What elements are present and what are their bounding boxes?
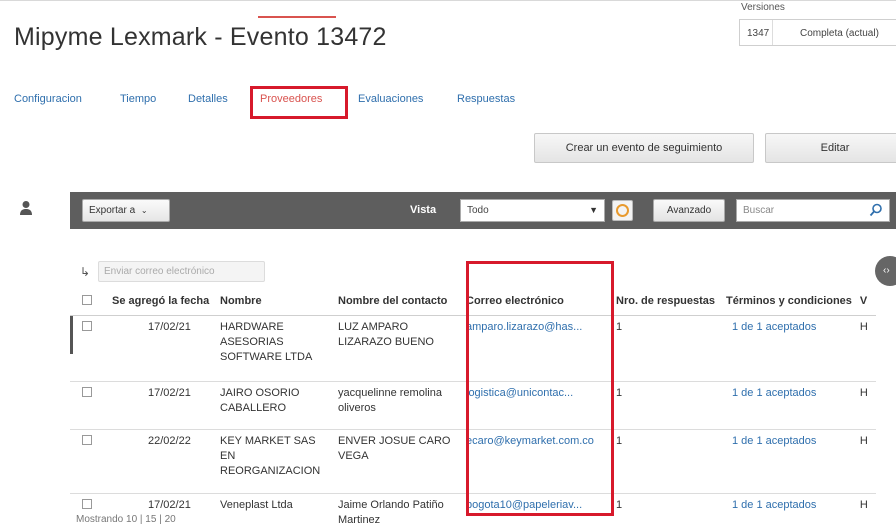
- version-status: Completa (actual): [800, 28, 879, 39]
- send-email-button[interactable]: Enviar correo electrónico: [98, 261, 265, 282]
- export-label: Exportar a: [89, 205, 136, 216]
- cell-responses: 1: [612, 493, 722, 525]
- cell-v: H: [855, 429, 876, 494]
- table-row: 22/02/22 KEY MARKET SAS EN REORGANIZACIO…: [70, 429, 876, 494]
- table-header-row: Se agregó la fecha Nombre Nombre del con…: [70, 287, 876, 316]
- user-icon[interactable]: [19, 200, 33, 216]
- header-date[interactable]: Se agregó la fecha: [108, 287, 216, 316]
- search-icon[interactable]: [869, 203, 883, 217]
- cell-terms[interactable]: 1 de 1 aceptados: [722, 493, 856, 525]
- advanced-search-button[interactable]: Avanzado: [653, 199, 725, 222]
- select-all-header: [70, 287, 108, 316]
- row-checkbox-cell: [70, 429, 108, 494]
- search-input[interactable]: Buscar: [736, 199, 890, 222]
- cell-v: H: [855, 315, 876, 382]
- select-all-checkbox[interactable]: [82, 294, 92, 305]
- header-v[interactable]: V: [855, 287, 876, 316]
- cell-responses: 1: [612, 381, 722, 430]
- row-checkbox[interactable]: [82, 434, 92, 445]
- row-checkbox-cell: [70, 381, 108, 430]
- table-row: 17/02/21 HARDWARE ASESORIAS SOFTWARE LTD…: [70, 315, 876, 382]
- row-checkbox[interactable]: [82, 386, 92, 397]
- header-responses[interactable]: Nro. de respuestas: [612, 287, 722, 316]
- cell-name: JAIRO OSORIO CABALLERO: [216, 381, 334, 430]
- cell-v: H: [855, 493, 876, 525]
- cell-date: 17/02/21: [108, 381, 216, 430]
- tab-respuestas[interactable]: Respuestas: [457, 93, 515, 105]
- table-toolbar: Exportar a ⌄ Vista Todo ▼ Avanzado Busca…: [70, 192, 896, 229]
- cell-email[interactable]: ecaro@keymarket.com.co: [462, 429, 612, 494]
- header-name[interactable]: Nombre: [216, 287, 334, 316]
- cell-contact: yacquelinne remolina oliveros: [334, 381, 462, 430]
- search-placeholder: Buscar: [743, 205, 775, 216]
- header-email[interactable]: Correo electrónico: [462, 287, 612, 316]
- header-contact[interactable]: Nombre del contacto: [334, 287, 462, 316]
- version-number: 1347: [747, 28, 770, 39]
- cell-responses: 1: [612, 429, 722, 494]
- tab-configuracion[interactable]: Configuracion: [14, 93, 82, 105]
- cell-name: KEY MARKET SAS EN REORGANIZACION: [216, 429, 334, 494]
- edit-button[interactable]: Editar: [765, 133, 896, 163]
- cell-contact: ENVER JOSUE CARO VEGA: [334, 429, 462, 494]
- tab-evaluaciones[interactable]: Evaluaciones: [358, 93, 423, 105]
- table-row: 17/02/21 Veneplast Ltda Jaime Orlando Pa…: [70, 493, 876, 525]
- version-divider: [772, 20, 773, 45]
- table-row: 17/02/21 JAIRO OSORIO CABALLERO yacqueli…: [70, 381, 876, 430]
- reply-arrow-icon: ↳: [80, 265, 91, 279]
- tab-detalles[interactable]: Detalles: [188, 93, 228, 105]
- cell-contact: LUZ AMPARO LIZARAZO BUENO: [334, 315, 462, 382]
- versions-label: Versiones: [741, 2, 785, 13]
- tab-tiempo[interactable]: Tiempo: [120, 93, 156, 105]
- cell-terms[interactable]: 1 de 1 aceptados: [722, 315, 856, 382]
- cell-email[interactable]: amparo.lizarazo@has...: [462, 315, 612, 382]
- row-checkbox-cell: [70, 315, 108, 382]
- page-title: Mipyme Lexmark - Evento 13472: [14, 23, 387, 51]
- tab-proveedores[interactable]: Proveedores: [260, 93, 322, 105]
- row-checkbox[interactable]: [82, 498, 92, 509]
- cell-date: 22/02/22: [108, 429, 216, 494]
- create-follow-up-button[interactable]: Crear un evento de seguimiento: [534, 133, 754, 163]
- cell-terms[interactable]: 1 de 1 aceptados: [722, 381, 856, 430]
- export-dropdown[interactable]: Exportar a ⌄: [82, 199, 170, 222]
- chevron-down-icon: ▼: [589, 205, 598, 215]
- suppliers-table: Se agregó la fecha Nombre Nombre del con…: [70, 287, 876, 525]
- filter-info-button[interactable]: [612, 200, 633, 221]
- cell-terms[interactable]: 1 de 1 aceptados: [722, 429, 856, 494]
- cell-responses: 1: [612, 315, 722, 382]
- view-value: Todo: [467, 205, 489, 216]
- cell-email[interactable]: bogota10@papeleriav...: [462, 493, 612, 525]
- cell-contact: Jaime Orlando Patiño Martinez: [334, 493, 462, 525]
- cell-name: HARDWARE ASESORIAS SOFTWARE LTDA: [216, 315, 334, 382]
- cell-v: H: [855, 381, 876, 430]
- header-terms[interactable]: Términos y condiciones: [722, 287, 856, 316]
- chevron-down-icon: ⌄: [140, 206, 148, 215]
- view-label: Vista: [410, 204, 437, 216]
- active-tab-underline: [258, 16, 336, 18]
- pagination-footer: Mostrando 10 | 15 | 20: [76, 514, 176, 525]
- cell-name: Veneplast Ltda: [216, 493, 334, 525]
- view-select[interactable]: Todo ▼: [460, 199, 605, 222]
- versions-selector[interactable]: 1347 Completa (actual): [739, 19, 896, 46]
- cell-email[interactable]: logistica@unicontac...: [462, 381, 612, 430]
- collapse-panel-icon[interactable]: ‹›: [875, 256, 896, 286]
- cell-date: 17/02/21: [108, 315, 216, 382]
- info-icon: [616, 204, 629, 217]
- row-checkbox[interactable]: [82, 320, 92, 331]
